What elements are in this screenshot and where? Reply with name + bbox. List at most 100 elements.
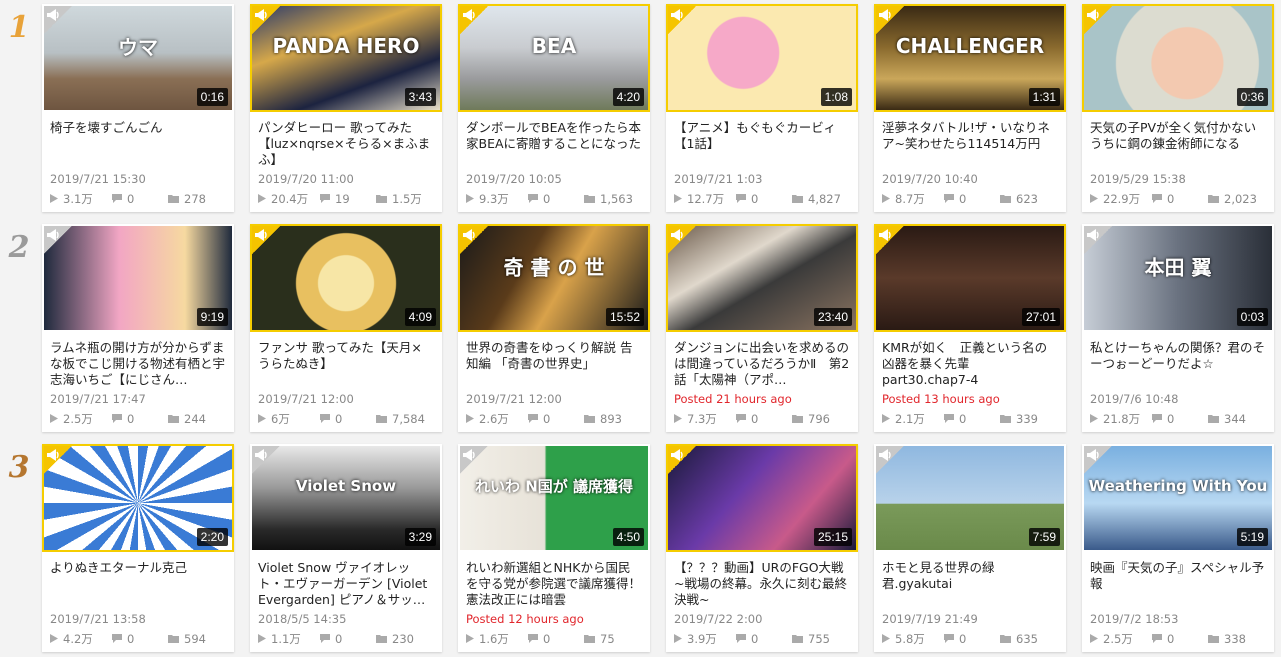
mylist-count: 75: [584, 632, 615, 646]
duration-badge: 7:59: [1028, 528, 1060, 546]
video-title[interactable]: ファンサ 歌ってみた【天月×うらたぬき】: [258, 340, 434, 388]
comment-count-value: 0: [335, 632, 343, 646]
view-count-value: 1.1万: [271, 632, 301, 646]
comment-count: 0: [528, 192, 550, 206]
ad-tag[interactable]: [44, 226, 72, 254]
video-card[interactable]: 25:15 【？？？動画】URのFGO大戦~戦場の終幕。永久に刻む最終決戦~ 201…: [666, 444, 858, 652]
ad-tag[interactable]: [876, 446, 904, 474]
duration-badge: 0:03: [1236, 308, 1268, 326]
video-title[interactable]: パンダヒーロー 歌ってみた【luz×nqrse×そらる×まふまふ】: [258, 120, 434, 168]
video-title[interactable]: 天気の子PVが全く気付かないうちに鋼の錬金術師になる: [1090, 120, 1266, 168]
mylist-count: 1,563: [584, 192, 633, 206]
ad-tag[interactable]: [1084, 446, 1112, 474]
post-date: 2019/7/20 11:00: [258, 172, 354, 186]
video-title[interactable]: れいわ新選組とNHKから国民を守る党が参院選で議席獲得！憲法改正には暗雲: [466, 560, 642, 608]
video-title[interactable]: Violet Snow ヴァイオレット・エヴァーガーデン [Violet Eve…: [258, 560, 434, 608]
video-stats: 1.6万 0 75: [466, 632, 642, 646]
post-date: 2019/7/21 12:00: [466, 392, 562, 406]
video-thumbnail[interactable]: 0:36: [1082, 4, 1274, 112]
video-thumbnail[interactable]: 27:01: [874, 224, 1066, 332]
ad-tag[interactable]: [668, 6, 696, 34]
video-title[interactable]: KMRが如く 正義という名の凶器を暴く先輩 part30.chap7-4: [882, 340, 1058, 388]
duration-badge: 0:16: [196, 88, 228, 106]
video-thumbnail[interactable]: 4:09: [250, 224, 442, 332]
video-card[interactable]: れいわ N国が 議席獲得 4:50 れいわ新選組とNHKから国民を守る党が参院選で議…: [458, 444, 650, 652]
video-thumbnail[interactable]: Violet Snow 3:29: [250, 444, 442, 552]
video-card[interactable]: 27:01 KMRが如く 正義という名の凶器を暴く先輩 part30.chap7-…: [874, 224, 1066, 432]
ad-tag[interactable]: [668, 226, 696, 254]
mylist-count: 230: [376, 632, 414, 646]
video-card[interactable]: ウマ 0:16 椅子を壊すごんごん 2019/7/21 15:30 3.1万 0 278: [42, 4, 234, 212]
thumbnail-caption: PANDA HERO: [272, 33, 420, 58]
video-card[interactable]: Violet Snow 3:29 Violet Snow ヴァイオレット・エヴァーガ…: [250, 444, 442, 652]
ad-tag[interactable]: [460, 226, 488, 254]
video-thumbnail[interactable]: 2:20: [42, 444, 234, 552]
video-card[interactable]: Weathering With You 5:19 映画『天気の子』スペシャル予報 20…: [1082, 444, 1274, 652]
video-title[interactable]: 淫夢ネタバトル!ザ・いなりネア~笑わせたら114514万円: [882, 120, 1058, 168]
comment-count-value: 0: [959, 632, 967, 646]
ad-tag[interactable]: [668, 446, 696, 474]
duration-badge: 0:36: [1236, 88, 1268, 106]
video-title[interactable]: ホモと見る世界の緑君.gyakutai: [882, 560, 1058, 608]
video-thumbnail[interactable]: 奇 書 の 世 15:52: [458, 224, 650, 332]
video-card[interactable]: CHALLENGER 1:31 淫夢ネタバトル!ザ・いなりネア~笑わせたら11451…: [874, 4, 1066, 212]
duration-badge: 4:20: [612, 88, 644, 106]
video-title[interactable]: 【？？？動画】URのFGO大戦~戦場の終幕。永久に刻む最終決戦~: [674, 560, 850, 608]
mylist-count-value: 7,584: [392, 412, 425, 426]
video-card[interactable]: 0:36 天気の子PVが全く気付かないうちに鋼の錬金術師になる 2019/5/29 …: [1082, 4, 1274, 212]
view-count-value: 22.9万: [1103, 192, 1141, 206]
ad-tag[interactable]: [44, 446, 72, 474]
video-title[interactable]: ダンボールでBEAを作ったら本家BEAに寄贈することになった: [466, 120, 642, 168]
video-thumbnail[interactable]: 23:40: [666, 224, 858, 332]
ad-tag[interactable]: [1084, 6, 1112, 34]
video-title[interactable]: よりぬきエターナル克己: [50, 560, 226, 608]
video-card[interactable]: 本田 翼 0:03 私とけーちゃんの関係？君のそーつぉーどーりだよ☆ 2019/7/6…: [1082, 224, 1274, 432]
video-thumbnail[interactable]: PANDA HERO 3:43: [250, 4, 442, 112]
video-title[interactable]: 私とけーちゃんの関係？君のそーつぉーどーりだよ☆: [1090, 340, 1266, 388]
video-card[interactable]: 4:09 ファンサ 歌ってみた【天月×うらたぬき】 2019/7/21 12:00 6…: [250, 224, 442, 432]
ad-tag[interactable]: [460, 446, 488, 474]
video-title[interactable]: ダンジョンに出会いを求めるのは間違っているだろうかⅡ 第2話「太陽神（アポ…: [674, 340, 850, 388]
folder-icon: [584, 632, 600, 646]
ad-tag[interactable]: [876, 6, 904, 34]
video-thumbnail[interactable]: 7:59: [874, 444, 1066, 552]
video-card[interactable]: BEA 4:20 ダンボールでBEAを作ったら本家BEAに寄贈することになった 201…: [458, 4, 650, 212]
video-title[interactable]: 椅子を壊すごんごん: [50, 120, 226, 168]
ad-tag[interactable]: [252, 226, 280, 254]
ad-tag[interactable]: [44, 6, 72, 34]
video-card[interactable]: 7:59 ホモと見る世界の緑君.gyakutai 2019/7/19 21:49 5.…: [874, 444, 1066, 652]
video-thumbnail[interactable]: Weathering With You 5:19: [1082, 444, 1274, 552]
ad-tag[interactable]: [460, 6, 488, 34]
rank-row: 3 2:20 よりぬきエターナル克己 2019/7/21 13:58 4.2万 0 594 V…: [0, 440, 1281, 652]
video-card[interactable]: 2:20 よりぬきエターナル克己 2019/7/21 13:58 4.2万 0 594: [42, 444, 234, 652]
video-card[interactable]: 23:40 ダンジョンに出会いを求めるのは間違っているだろうかⅡ 第2話「太陽神（…: [666, 224, 858, 432]
comment-icon: [944, 632, 959, 646]
video-thumbnail[interactable]: 25:15: [666, 444, 858, 552]
video-title[interactable]: 映画『天気の子』スペシャル予報: [1090, 560, 1266, 608]
view-count-value: 8.7万: [895, 192, 925, 206]
video-thumbnail[interactable]: BEA 4:20: [458, 4, 650, 112]
video-card[interactable]: 奇 書 の 世 15:52 世界の奇書をゆっくり解説 告知編 「奇書の世界史」 201…: [458, 224, 650, 432]
comment-icon: [1152, 192, 1167, 206]
folder-icon: [376, 412, 392, 426]
ad-tag[interactable]: [1084, 226, 1112, 254]
video-title[interactable]: ラムネ瓶の開け方が分からずまな板でこじ開ける物述有栖と宇志海いちご【にじさん…: [50, 340, 226, 388]
video-thumbnail[interactable]: 1:08: [666, 4, 858, 112]
video-card[interactable]: 1:08 【アニメ】もぐもぐカービィ【1話】 2019/7/21 1:03 12.7万…: [666, 4, 858, 212]
ad-tag[interactable]: [876, 226, 904, 254]
video-thumbnail[interactable]: CHALLENGER 1:31: [874, 4, 1066, 112]
video-thumbnail[interactable]: 9:19: [42, 224, 234, 332]
view-count: 22.9万: [1090, 192, 1140, 206]
folder-icon: [376, 192, 392, 206]
video-title[interactable]: 【アニメ】もぐもぐカービィ【1話】: [674, 120, 850, 168]
video-thumbnail[interactable]: れいわ N国が 議席獲得 4:50: [458, 444, 650, 552]
video-thumbnail[interactable]: 本田 翼 0:03: [1082, 224, 1274, 332]
ad-tag[interactable]: [252, 446, 280, 474]
ad-tag[interactable]: [252, 6, 280, 34]
video-title[interactable]: 世界の奇書をゆっくり解説 告知編 「奇書の世界史」: [466, 340, 642, 388]
folder-icon: [1208, 632, 1224, 646]
video-thumbnail[interactable]: ウマ 0:16: [42, 4, 234, 112]
rank-row: 2 9:19 ラムネ瓶の開け方が分からずまな板でこじ開ける物述有栖と宇志海いちご【に…: [0, 220, 1281, 432]
video-card[interactable]: PANDA HERO 3:43 パンダヒーロー 歌ってみた【luz×nqrse×そら…: [250, 4, 442, 212]
video-card[interactable]: 9:19 ラムネ瓶の開け方が分からずまな板でこじ開ける物述有栖と宇志海いちご【にじ…: [42, 224, 234, 432]
